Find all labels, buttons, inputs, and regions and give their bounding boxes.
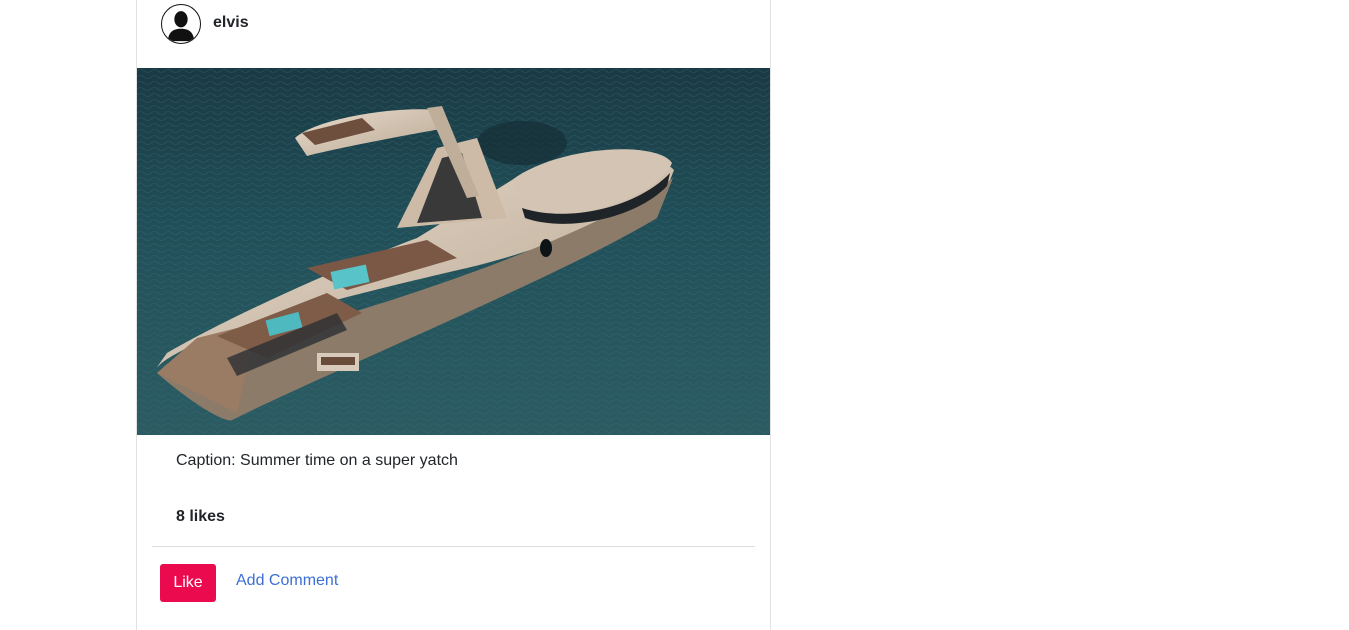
post-likes-count: 8 likes [176,508,225,525]
avatar-user-icon[interactable] [161,4,201,44]
post-card: elvis Caption: Summer time on a super ya… [136,0,771,630]
post-image [137,68,770,435]
add-comment-link[interactable]: Add Comment [236,572,338,590]
like-button[interactable]: Like [160,564,216,602]
post-caption: Caption: Summer time on a super yatch [176,452,458,469]
post-header: elvis [161,4,249,44]
post-username[interactable]: elvis [213,14,249,32]
post-divider [152,546,755,547]
